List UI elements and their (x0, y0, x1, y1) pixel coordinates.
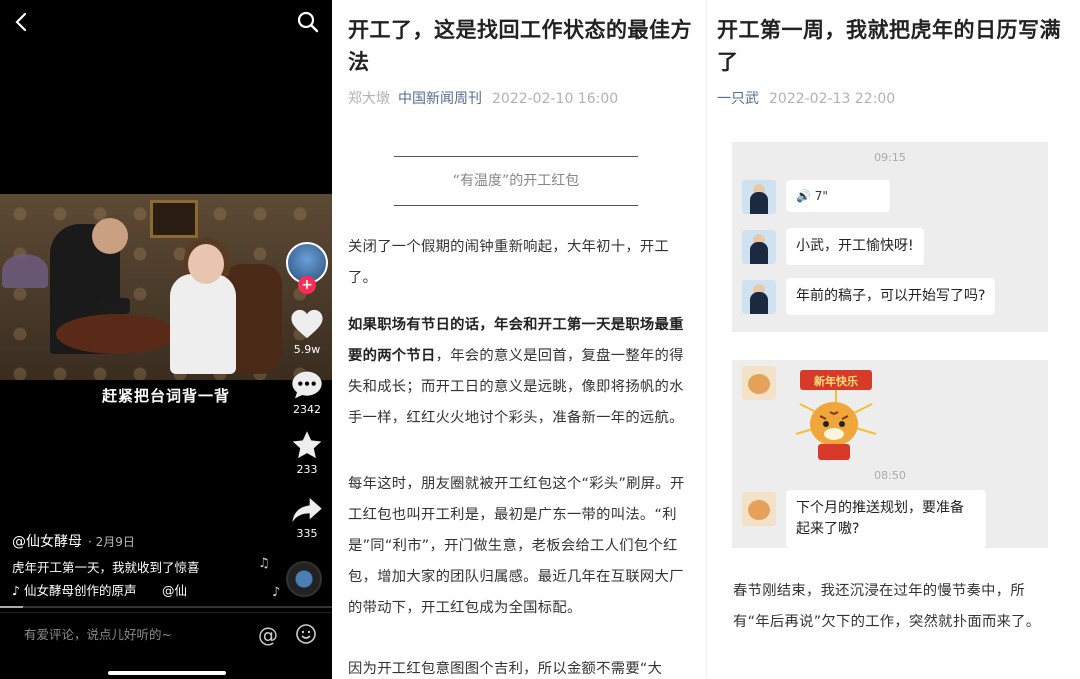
publish-time: 2022-02-10 16:00 (492, 91, 619, 107)
short-video-panel: 赶紧把台词背一背 + 5.9w 2342 233 335 @仙女酵母 · 2月9日… (0, 0, 332, 679)
music-title: 仙女酵母创作的原声 (23, 583, 137, 598)
article-paragraph: 关闭了一个假期的闹钟重新响起，大年初十，开工了。 (348, 239, 670, 286)
article-panel-2: 开工第一周，我就把虎年的日历写满了 一只武 2022-02-13 22:00 09… (706, 0, 1080, 679)
star-icon (292, 431, 322, 459)
chat-timestamp: 08:50 (874, 469, 906, 482)
wall-portrait (150, 200, 198, 238)
contact-avatar (742, 280, 776, 314)
share-button[interactable]: 335 (284, 496, 330, 540)
favorite-count: 233 (296, 463, 318, 476)
chat-bubble[interactable]: 年前的稿子，可以开始写了吗? (786, 278, 996, 315)
back-arrow-icon[interactable] (10, 10, 34, 34)
video-caption: 赶紧把台词背一背 (101, 387, 230, 405)
contact-avatar (742, 180, 776, 214)
article-author-link[interactable]: 一只武 (717, 91, 759, 107)
post-date: · 2月9日 (88, 535, 135, 549)
video-player[interactable] (0, 194, 332, 380)
section-heading: “有温度”的开工红包 (394, 156, 638, 206)
tiger-sticker[interactable]: 新年快乐 (786, 364, 886, 464)
heart-icon (291, 309, 323, 339)
article-paragraph: 每年这时，朋友圈就被开工红包这个“彩头”刷屏。开工红包也叫开工利是，最初是广东一… (348, 476, 685, 616)
music-info[interactable]: ♪ 仙女酵母创作的原声 (12, 580, 182, 599)
publish-time: 2022-02-13 22:00 (769, 91, 896, 107)
chat-screenshot: 09:15 🔊 7" 小武，开工愉快呀! 年前的稿子，可以开始写了吗? (732, 142, 1048, 332)
round-table (56, 314, 176, 354)
contact-avatar (742, 492, 776, 526)
music-note-icon: ♪ (12, 583, 20, 598)
article-panel-1: 开工了，这是找回工作状态的最佳方法 郑大墩 中国新闻周刊 2022-02-10 16… (332, 0, 706, 679)
smiley-icon (296, 624, 316, 644)
comment-count: 2342 (293, 403, 321, 416)
article-paragraph: 因为开工红包意图图个吉利，所以金额不需要“大 (348, 661, 663, 677)
comment-button[interactable]: 2342 (284, 370, 330, 416)
article-meta: 郑大墩 中国新闻周刊 2022-02-10 16:00 (348, 88, 618, 108)
chat-bubble[interactable]: 小武，开工愉快呀! (786, 228, 924, 265)
article-title: 开工了，这是找回工作状态的最佳方法 (348, 18, 692, 74)
follow-button[interactable]: + (298, 276, 316, 294)
comment-input[interactable] (10, 621, 240, 647)
rotary-phone (100, 298, 130, 314)
woman-head (188, 244, 224, 284)
music-disc[interactable] (286, 561, 322, 597)
share-count: 335 (296, 527, 318, 540)
music-note-icon: ♪ (272, 585, 281, 600)
search-icon[interactable] (296, 10, 320, 34)
article-meta: 一只武 2022-02-13 22:00 (717, 88, 895, 108)
article-paragraph: 春节刚结束，我还沉浸在过年的慢节奏中，所有“年后再说”欠下的工作，突然就扑面而来… (733, 583, 1041, 630)
home-indicator (108, 671, 226, 675)
article-author: 郑大墩 (348, 91, 390, 107)
chat-timestamp: 09:15 (874, 151, 906, 164)
video-progress-bar[interactable] (0, 606, 332, 608)
author-line: @仙女酵母 · 2月9日 (12, 531, 135, 551)
article-title: 开工第一周，我就把虎年的日历写满了 (717, 18, 1061, 74)
man-head (92, 218, 128, 254)
comment-bar: @ (0, 612, 332, 652)
share-arrow-icon (292, 498, 322, 522)
at-mention-icon[interactable]: @ (256, 623, 280, 647)
chat-bubble[interactable]: 下个月的推送规划，要准备起来了嗷? (786, 490, 986, 548)
account-link[interactable]: 中国新闻周刊 (398, 91, 482, 107)
contact-avatar (742, 230, 776, 264)
voice-message[interactable]: 🔊 7" (786, 180, 890, 212)
table-lamp (2, 254, 48, 288)
sticker-text: 新年快乐 (814, 375, 858, 388)
like-count: 5.9w (293, 343, 321, 356)
emoji-icon[interactable] (294, 623, 318, 647)
contact-avatar (742, 366, 776, 400)
favorite-button[interactable]: 233 (284, 430, 330, 476)
video-progress-fill (0, 606, 24, 608)
woman-figure (170, 274, 236, 374)
comment-icon (292, 371, 322, 399)
like-button[interactable]: 5.9w (284, 308, 330, 356)
author-name[interactable]: @仙女酵母 (12, 534, 82, 550)
chat-screenshot: 新年快乐 08:50 下个月的推送规划，要准备起来了嗷? (732, 360, 1048, 548)
article-paragraph: 如果职场有节日的话，年会和开工第一天是职场最重要的两个节日，年会的意义是回首，复… (348, 310, 688, 434)
music-credit: @仙 (162, 583, 188, 598)
music-note-icon: ♫ (258, 556, 270, 571)
video-description[interactable]: 虎年开工第一天，我就收到了惊喜 (12, 557, 262, 576)
